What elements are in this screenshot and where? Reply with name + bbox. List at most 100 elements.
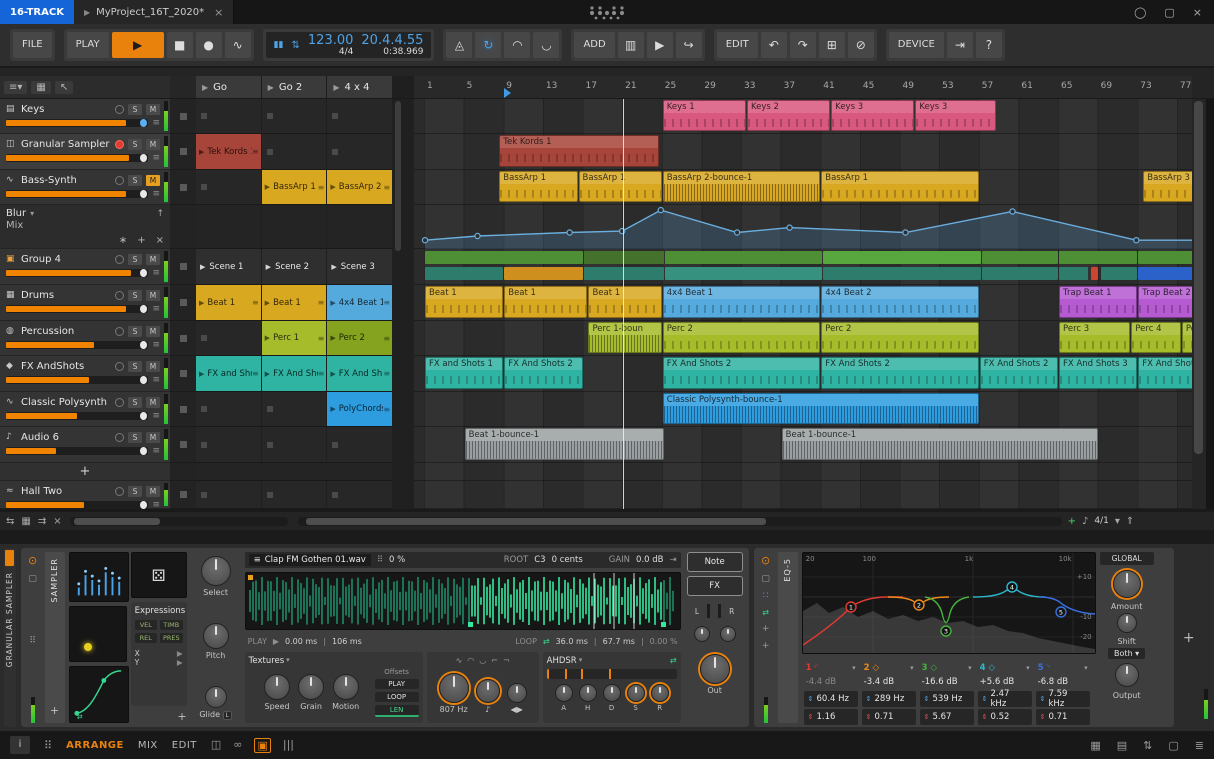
eq-band-shape-icon[interactable]: ◇ — [873, 663, 880, 673]
empty-clip-slot[interactable] — [261, 134, 327, 169]
ahdsr-s-knob[interactable] — [626, 684, 645, 702]
pointer-tool-icon[interactable]: ↖ — [54, 80, 74, 94]
ahdsr-title[interactable]: AHDSR — [547, 656, 577, 666]
eq-band-header[interactable]: 1 ◜ ▾ — [802, 661, 860, 674]
stop-cell[interactable] — [170, 99, 196, 134]
empty-clip-slot[interactable] — [196, 99, 261, 133]
arranger-clip[interactable]: Beat 1-bounce-1 — [464, 428, 664, 460]
ahdsr-d-knob[interactable] — [602, 684, 621, 702]
scene-header-cell[interactable]: ▶ Go 2 — [261, 76, 327, 98]
eq-slot-add-icon[interactable]: + — [762, 624, 770, 634]
empty-clip-slot[interactable] — [261, 99, 327, 133]
group-clip-segment[interactable] — [1138, 251, 1192, 264]
group-clip-segment[interactable] — [1090, 267, 1098, 280]
clip-stop-button[interactable] — [179, 112, 187, 120]
solo-button[interactable]: S — [128, 138, 142, 150]
sample-waveform[interactable] — [244, 572, 681, 630]
eq-band-header[interactable]: 3 ◇ ▾ — [918, 661, 976, 674]
clip-launch-cell[interactable]: ▶ Tek Kords 1 ≡ — [196, 134, 261, 169]
track-menu-icon[interactable]: ≡ — [152, 304, 160, 314]
empty-clip-slot[interactable] — [196, 321, 261, 355]
document-tab[interactable]: 16-TRACK — [0, 0, 74, 24]
delete-button[interactable]: ⊘ — [847, 32, 874, 58]
dice-randomize-display[interactable]: ⚄ — [130, 552, 187, 598]
volume-fader[interactable] — [6, 376, 149, 384]
eq-mode-select[interactable]: Both ▾ — [1108, 648, 1146, 659]
track-row[interactable]: ∿ Bass-Synth S M ≡ — [0, 170, 170, 205]
track-menu-icon[interactable]: ≡ — [152, 189, 160, 199]
browser-icon[interactable]: ▥ — [617, 32, 644, 58]
grid-icon[interactable]: ▦ — [21, 516, 30, 527]
mute-button[interactable]: M — [146, 174, 160, 186]
empty-clip-slot[interactable] — [261, 392, 327, 426]
eq-swap-icon[interactable]: ⇄ — [762, 608, 769, 617]
arranger-clip[interactable]: Keys 3 — [915, 100, 996, 131]
automation-param-name[interactable]: Mix — [6, 220, 164, 231]
empty-clip-slot[interactable] — [327, 481, 393, 508]
duplicate-button[interactable]: ⊞ — [818, 32, 845, 58]
track-menu-icon[interactable]: ≡ — [152, 340, 160, 350]
volume-fader[interactable] — [6, 412, 149, 420]
add-track-row[interactable]: + — [0, 463, 170, 481]
automation-slot[interactable] — [261, 205, 327, 248]
pan-right-knob[interactable] — [719, 626, 736, 642]
play-length-value[interactable]: 106 ms — [332, 637, 362, 646]
clip-launch-cell[interactable]: ▶ Perc 2 ≡ — [327, 321, 393, 355]
motion-knob[interactable] — [332, 674, 359, 700]
arranger-horizontal-scrollbar[interactable] — [297, 516, 1062, 526]
clip-stop-button[interactable] — [179, 148, 187, 155]
glide-knob[interactable] — [204, 686, 227, 708]
group-clip-segment[interactable] — [823, 251, 981, 264]
follow-playback-icon[interactable]: ▶ — [646, 32, 673, 58]
arranger-vertical-scrollbar[interactable] — [1192, 99, 1206, 509]
device-menu-button[interactable]: DEVICE — [888, 32, 944, 58]
solo-button[interactable]: S — [128, 174, 142, 186]
help-button[interactable]: ? — [975, 32, 1002, 58]
pitch-knob[interactable] — [202, 623, 229, 649]
track-row[interactable]: ◫ Granular Sampler S M ≡ — [0, 134, 170, 170]
close-panel-icon[interactable]: × — [53, 516, 61, 527]
cents-value[interactable]: 0 cents — [552, 555, 583, 565]
timeline-ruler[interactable]: 1 5 9 13 17 21 25 29 33 37 41 45 49 53 57 61 65 69 73 77 — [414, 76, 1192, 99]
arranger-clip[interactable]: BassArp 2-bounce-1 — [662, 171, 821, 202]
mute-button[interactable]: M — [146, 289, 160, 301]
track-list-menu-icon[interactable]: ≡▾ — [4, 80, 28, 94]
arranger-clip[interactable]: Beat 1 — [588, 286, 662, 318]
arranger-clip[interactable]: FX and Shots 1 — [425, 357, 504, 389]
track-menu-icon[interactable]: ≡ — [152, 446, 160, 456]
automation-star-icon[interactable]: ∗ — [119, 235, 127, 246]
arm-button[interactable] — [115, 175, 124, 185]
offset-play[interactable]: PLAY — [374, 679, 419, 689]
arranger-clip[interactable]: Classic Polysynth-bounce-1 — [662, 393, 979, 424]
arranger-clip[interactable]: Trap Beat 1 — [1059, 286, 1138, 318]
offset-loop[interactable]: LOOP — [374, 692, 419, 702]
automation-slot[interactable] — [196, 205, 261, 248]
dual-panel-icon[interactable]: ◫ — [211, 738, 221, 753]
edit-menu-button[interactable]: EDIT — [716, 32, 758, 58]
eq-band-header[interactable]: 2 ◇ ▾ — [860, 661, 918, 674]
eq-band-freq[interactable]: ⇕ 7.59 kHz — [1035, 689, 1090, 709]
group-clip-segment[interactable] — [664, 267, 823, 280]
automation-lane-row[interactable]: Blur ▾ ↑ Mix ∗ + × — [0, 205, 170, 249]
project-tab-close-icon[interactable]: × — [214, 6, 223, 19]
xy-pad-cursor[interactable] — [83, 643, 92, 652]
arm-button[interactable] — [115, 326, 124, 336]
metronome-button[interactable]: ◬ — [446, 32, 473, 58]
arm-button[interactable] — [115, 361, 124, 371]
volume-fader[interactable] — [6, 269, 149, 277]
inspector-panel-icon[interactable]: ▤ — [1117, 739, 1127, 752]
track-menu-icon[interactable]: ≡ — [152, 375, 160, 385]
automation-slot[interactable] — [327, 205, 393, 248]
eq-band-shape-icon[interactable]: ◝ — [1047, 663, 1050, 673]
stop-cell[interactable] — [170, 170, 196, 205]
arranger-timeline[interactable]: Keys 1 Keys 2 Keys 3 Keys 3 Tek Kords 1 BassA… — [414, 99, 1192, 509]
empty-clip-slot[interactable] — [196, 427, 261, 462]
play-menu-button[interactable]: PLAY — [66, 32, 109, 58]
position-display[interactable]: 20.4.4.55 — [361, 34, 423, 47]
empty-clip-slot[interactable] — [196, 392, 261, 426]
device-power-icon[interactable]: ⊙ — [28, 554, 37, 567]
scene-launch-cell[interactable]: ▶ Scene 1 — [196, 249, 261, 284]
shuffle-icon[interactable]: ⇆ — [6, 516, 14, 527]
track-menu-icon[interactable]: ≡ — [152, 268, 160, 278]
arranger-clip[interactable]: FX And Shot — [1138, 357, 1192, 389]
